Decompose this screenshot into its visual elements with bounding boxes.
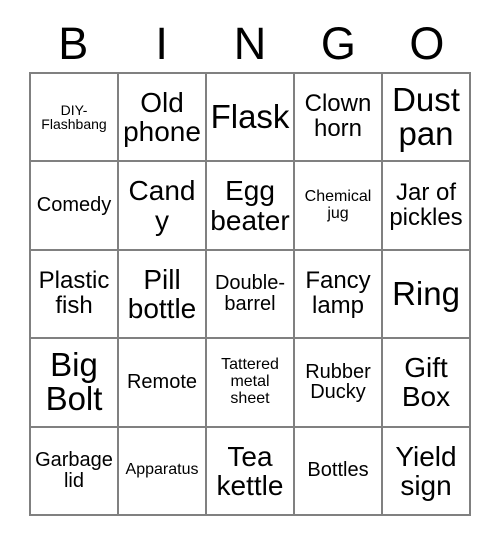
bingo-cell-o5[interactable]: Yield sign — [383, 427, 471, 516]
bingo-cell-label: Yield sign — [395, 440, 457, 501]
bingo-cell-i1[interactable]: Old phone — [119, 74, 207, 163]
bingo-header-letter-g: G — [320, 17, 356, 69]
bingo-card: B I N G O DIY-Flashbang Old phone Flask … — [29, 14, 471, 516]
bingo-cell-n4[interactable]: Tattered metal sheet — [207, 339, 295, 428]
bingo-cell-label: Comedy — [36, 194, 112, 217]
bingo-cell-i4[interactable]: Remote — [119, 339, 207, 428]
bingo-header-letter-i: I — [155, 17, 168, 69]
bingo-cell-label: Dust pan — [392, 80, 460, 153]
bingo-cell-label: Candy — [128, 175, 196, 236]
bingo-header-letter-b: B — [58, 17, 89, 69]
bingo-header-letter-n: N — [233, 17, 267, 69]
bingo-grid: DIY-Flashbang Old phone Flask Clown horn… — [29, 72, 471, 516]
bingo-cell-label: Clown horn — [304, 90, 372, 143]
bingo-cell-i5[interactable]: Apparatus — [119, 427, 207, 516]
bingo-cell-label: Tea kettle — [216, 440, 284, 501]
bingo-cell-label: Ring — [392, 274, 460, 312]
bingo-cell-label: Bottles — [307, 459, 369, 482]
bingo-cell-o3[interactable]: Ring — [383, 250, 471, 340]
bingo-cell-i3[interactable]: Pill bottle — [119, 250, 207, 340]
bingo-cell-label: Egg beater — [210, 175, 290, 236]
bingo-cell-label: Pill bottle — [127, 263, 197, 324]
bingo-header-row: B I N G O — [29, 14, 471, 72]
bingo-cell-o4[interactable]: Gift Box — [383, 339, 471, 428]
bingo-cell-label: Chemical jug — [304, 187, 372, 222]
bingo-cell-label: Flask — [210, 98, 290, 136]
bingo-cell-n5[interactable]: Tea kettle — [207, 427, 295, 516]
bingo-cell-label: DIY-Flashbang — [41, 101, 107, 133]
bingo-cell-n1[interactable]: Flask — [207, 74, 295, 163]
bingo-cell-label: Fancy lamp — [305, 267, 371, 319]
bingo-cell-g1[interactable]: Clown horn — [295, 74, 383, 163]
bingo-cell-b2[interactable]: Comedy — [31, 162, 119, 251]
bingo-cell-g5[interactable]: Bottles — [295, 427, 383, 516]
bingo-cell-label: Garbage lid — [35, 449, 113, 492]
bingo-cell-g4[interactable]: Rubber Ducky — [295, 339, 383, 428]
bingo-cell-label: Gift Box — [401, 352, 451, 413]
bingo-cell-label: Tattered metal sheet — [221, 356, 279, 407]
bingo-cell-o1[interactable]: Dust pan — [383, 74, 471, 163]
bingo-cell-label: Jar of pickles — [389, 178, 463, 231]
bingo-cell-g2[interactable]: Chemical jug — [295, 162, 383, 251]
bingo-cell-label: Big Bolt — [45, 346, 103, 418]
bingo-cell-label: Apparatus — [125, 461, 199, 479]
bingo-cell-n3[interactable]: Double-barrel — [207, 250, 295, 340]
bingo-cell-b4[interactable]: Big Bolt — [31, 339, 119, 428]
bingo-cell-b1[interactable]: DIY-Flashbang — [31, 74, 119, 163]
bingo-cell-label: Plastic fish — [38, 267, 110, 319]
bingo-cell-label: Old phone — [123, 87, 201, 148]
bingo-cell-label: Rubber Ducky — [305, 360, 371, 404]
bingo-cell-i2[interactable]: Candy — [119, 162, 207, 251]
bingo-cell-o2[interactable]: Jar of pickles — [383, 162, 471, 251]
bingo-cell-label: Double-barrel — [214, 272, 286, 315]
bingo-cell-g3[interactable]: Fancy lamp — [295, 250, 383, 340]
bingo-header-letter-o: O — [409, 17, 445, 69]
bingo-cell-b3[interactable]: Plastic fish — [31, 250, 119, 340]
bingo-cell-n2[interactable]: Egg beater — [207, 162, 295, 251]
bingo-cell-label: Remote — [126, 370, 198, 393]
bingo-cell-b5[interactable]: Garbage lid — [31, 427, 119, 516]
